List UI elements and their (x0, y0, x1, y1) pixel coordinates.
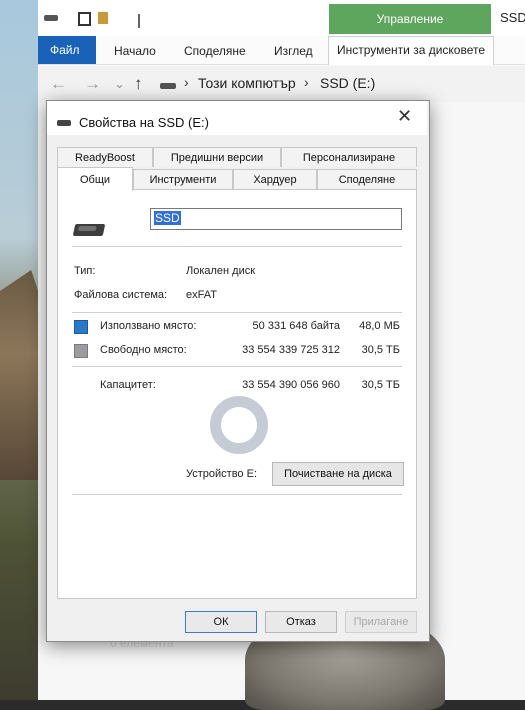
type-label: Тип: (74, 265, 96, 277)
used-space-size: 48,0 МБ (359, 320, 400, 332)
capacity-size: 30,5 ТБ (361, 379, 400, 391)
usage-donut-chart (210, 396, 268, 454)
tab-customize[interactable]: Персонализиране (281, 147, 417, 167)
used-space-bytes: 50 331 648 байта (252, 320, 340, 332)
drive-name-input[interactable]: SSD (150, 208, 402, 230)
tab-tools[interactable]: Инструменти (133, 169, 233, 189)
filesystem-value: exFAT (186, 289, 217, 301)
properties-icon[interactable] (78, 12, 91, 26)
type-value: Локален диск (186, 265, 256, 277)
breadcrumb-this-pc[interactable]: Този компютър (198, 75, 296, 91)
address-bar: ← → ⌄ ↑ › Този компютър › SSD (E:) (38, 66, 525, 102)
new-folder-icon[interactable] (98, 12, 108, 24)
tab-share[interactable]: Споделяне (184, 44, 246, 58)
breadcrumb-separator: › (184, 74, 189, 90)
capacity-bytes: 33 554 390 056 960 (242, 379, 340, 391)
free-space-size: 30,5 ТБ (361, 344, 400, 356)
divider (72, 312, 402, 313)
free-space-label: Свободно място: (100, 344, 187, 356)
breadcrumb-separator: › (304, 74, 309, 90)
dialog-titlebar: Свойства на SSD (E:) ✕ (47, 101, 427, 135)
dialog-title: Свойства на SSD (E:) (79, 115, 209, 130)
divider (72, 494, 402, 495)
tab-home[interactable]: Начало (114, 44, 156, 58)
back-icon[interactable]: ← (50, 74, 67, 94)
capacity-label: Капацитет: (100, 379, 156, 391)
properties-dialog: Свойства на SSD (E:) ✕ ReadyBoost Предиш… (46, 100, 430, 642)
device-label: Устройство E: (186, 468, 257, 480)
ok-button[interactable]: ОК (185, 611, 257, 633)
drive-icon (72, 224, 106, 236)
drive-name-value: SSD (154, 211, 181, 225)
tab-file[interactable]: Файл (38, 36, 96, 64)
forward-icon[interactable]: → (84, 74, 101, 94)
free-space-swatch (74, 344, 88, 358)
up-arrow-icon[interactable]: ↑ (134, 74, 143, 94)
drive-icon (57, 120, 71, 126)
used-space-swatch (74, 320, 88, 334)
explorer-titlebar: Управление SSD (38, 0, 525, 36)
chevron-down-icon[interactable]: ⌄ (114, 76, 125, 92)
drive-icon (44, 15, 58, 21)
tab-sharing[interactable]: Споделяне (317, 169, 417, 189)
quick-access-separator (138, 14, 140, 28)
used-space-label: Използвано място: (100, 320, 197, 332)
tab-drive-tools[interactable]: Инструменти за дисковете (328, 36, 494, 65)
divider (72, 246, 402, 247)
cancel-button[interactable]: Отказ (265, 611, 337, 633)
close-icon[interactable]: ✕ (397, 106, 412, 127)
disk-cleanup-button[interactable]: Почистване на диска (272, 462, 404, 486)
apply-button[interactable]: Прилагане (345, 611, 417, 633)
general-tab-panel: SSD Тип: Локален диск Файлова система: e… (57, 189, 417, 599)
drive-icon (160, 83, 176, 89)
breadcrumb-ssd[interactable]: SSD (E:) (320, 75, 375, 91)
tab-hardware[interactable]: Хардуер (233, 169, 317, 189)
tab-general[interactable]: Общи (57, 167, 133, 191)
tab-previous-versions[interactable]: Предишни версии (153, 147, 281, 167)
free-space-bytes: 33 554 339 725 312 (242, 344, 340, 356)
manage-context-header: Управление (329, 4, 491, 34)
tab-readyboost[interactable]: ReadyBoost (57, 147, 153, 167)
tab-view[interactable]: Изглед (274, 44, 313, 58)
ribbon-tabs: Файл Начало Споделяне Изглед Инструменти… (38, 36, 525, 65)
divider (72, 366, 402, 367)
filesystem-label: Файлова система: (74, 289, 168, 301)
window-title: SSD (500, 10, 525, 25)
